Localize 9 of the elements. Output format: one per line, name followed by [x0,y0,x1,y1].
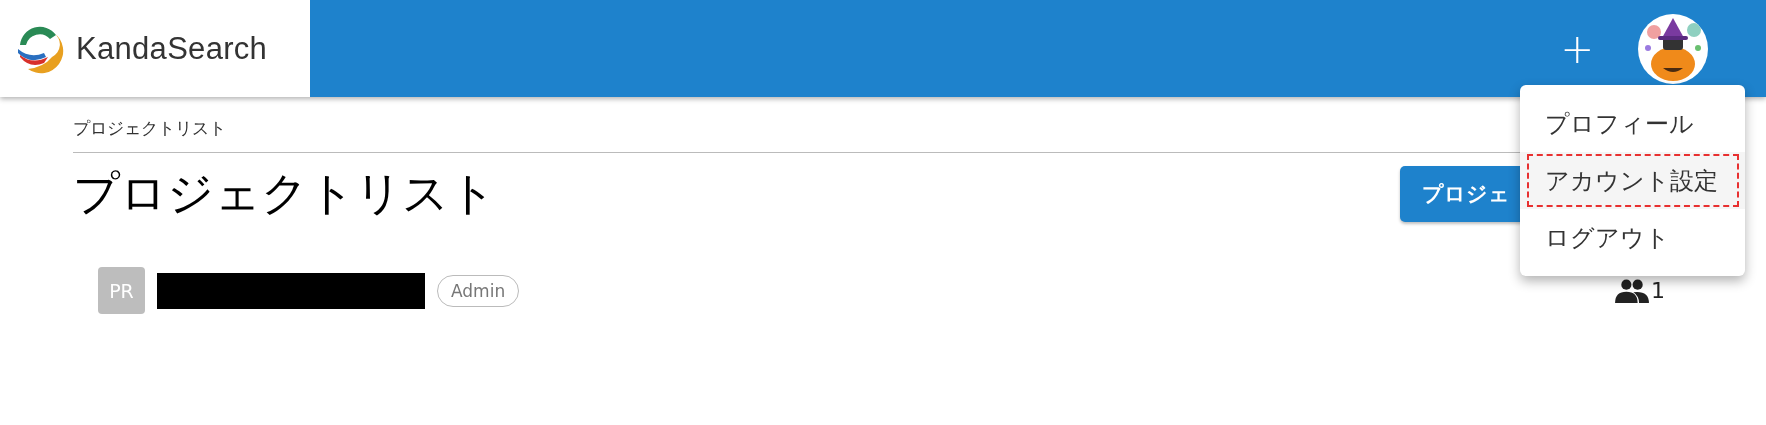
menu-item[interactable]: ログアウト [1520,209,1745,266]
people-icon [1615,278,1649,303]
add-button[interactable]: + [1556,28,1598,69]
member-count: 1 [1651,278,1665,303]
menu-item[interactable]: プロフィール [1520,95,1745,152]
logo-text: KandaSearch [76,30,268,67]
project-avatar: PR [98,267,145,314]
page-title: プロジェクトリスト [73,165,496,222]
menu-item[interactable]: アカウント設定 [1520,152,1745,209]
